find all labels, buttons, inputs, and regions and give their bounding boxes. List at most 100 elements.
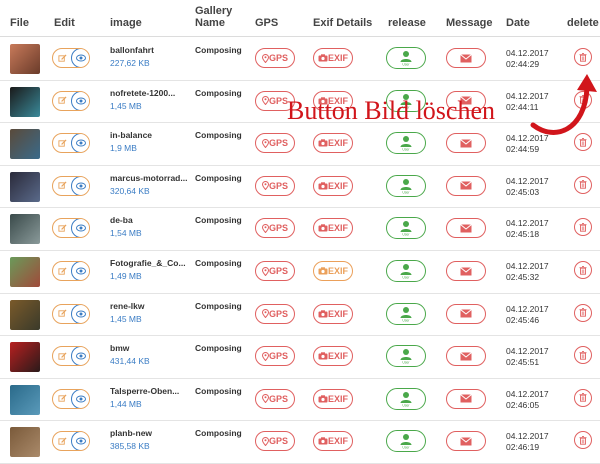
- date-value: 04.12.2017: [506, 388, 549, 399]
- release-button[interactable]: User: [386, 387, 426, 410]
- gps-button[interactable]: GPS: [255, 133, 295, 154]
- gps-button[interactable]: GPS: [255, 218, 295, 239]
- image-thumbnail[interactable]: [10, 86, 40, 117]
- trash-icon: [579, 436, 587, 445]
- message-button[interactable]: [446, 175, 486, 196]
- trash-icon: [579, 223, 587, 232]
- map-marker-icon: [261, 96, 269, 106]
- release-button[interactable]: User: [386, 174, 426, 197]
- image-thumbnail[interactable]: [10, 171, 40, 202]
- exif-button[interactable]: EXIF: [313, 48, 353, 68]
- view-button[interactable]: [71, 262, 89, 280]
- exif-button[interactable]: EXIF: [313, 218, 353, 239]
- gps-button[interactable]: GPS: [255, 303, 295, 324]
- message-button[interactable]: [446, 431, 486, 452]
- date-value: 04.12.2017: [506, 218, 549, 229]
- exif-button[interactable]: EXIF: [313, 133, 353, 154]
- message-button[interactable]: [446, 303, 486, 324]
- message-button[interactable]: [446, 218, 486, 239]
- release-button[interactable]: User: [386, 217, 426, 240]
- envelope-icon: [460, 53, 472, 62]
- exif-button[interactable]: EXIF: [313, 175, 353, 196]
- upload-date: 04.12.2017 02:45:18: [506, 218, 549, 240]
- gps-label: GPS: [268, 308, 288, 319]
- release-button[interactable]: User: [386, 132, 426, 155]
- view-button[interactable]: [71, 134, 89, 153]
- delete-button[interactable]: [574, 175, 592, 194]
- message-button[interactable]: [446, 133, 486, 154]
- view-button[interactable]: [71, 389, 89, 408]
- gps-label: GPS: [268, 180, 288, 191]
- release-sub-label: User: [402, 403, 410, 407]
- eye-icon: [76, 224, 86, 232]
- image-thumbnail[interactable]: [10, 129, 40, 160]
- message-button[interactable]: [446, 261, 486, 281]
- edit-button[interactable]: [53, 305, 71, 323]
- edit-button-group: [52, 303, 90, 324]
- camera-icon: [318, 139, 328, 147]
- release-button[interactable]: User: [386, 47, 426, 69]
- upload-date: 04.12.2017 02:46:05: [506, 389, 549, 411]
- edit-button[interactable]: [53, 390, 71, 408]
- exif-button[interactable]: EXIF: [313, 346, 353, 367]
- eye-icon: [76, 182, 86, 190]
- view-button[interactable]: [71, 49, 89, 67]
- image-thumbnail[interactable]: [10, 44, 40, 74]
- delete-button[interactable]: [574, 431, 592, 450]
- view-button[interactable]: [71, 347, 89, 366]
- image-thumbnail[interactable]: [10, 214, 40, 245]
- message-button[interactable]: [446, 48, 486, 68]
- view-button[interactable]: [71, 91, 89, 110]
- gps-button[interactable]: GPS: [255, 346, 295, 367]
- gps-button[interactable]: GPS: [255, 431, 295, 452]
- eye-icon: [76, 437, 86, 445]
- gps-label: GPS: [268, 95, 288, 106]
- edit-button[interactable]: [53, 92, 71, 110]
- edit-button[interactable]: [53, 134, 71, 152]
- time-value: 02:45:51: [506, 357, 540, 368]
- exif-button[interactable]: EXIF: [313, 388, 353, 409]
- upload-date: 04.12.2017 02:45:51: [506, 346, 549, 368]
- edit-button[interactable]: [53, 49, 71, 67]
- exif-label: EXIF: [327, 351, 348, 362]
- image-thumbnail[interactable]: [10, 384, 40, 415]
- gps-button[interactable]: GPS: [255, 175, 295, 196]
- release-button[interactable]: User: [386, 345, 426, 368]
- delete-button[interactable]: [574, 218, 592, 237]
- delete-button[interactable]: [574, 48, 592, 66]
- image-thumbnail[interactable]: [10, 299, 40, 330]
- gallery-name: Composing: [195, 172, 242, 183]
- view-button[interactable]: [71, 219, 89, 238]
- view-button[interactable]: [71, 176, 89, 195]
- release-button[interactable]: User: [386, 260, 426, 282]
- date-value: 04.12.2017: [506, 303, 549, 314]
- exif-button[interactable]: EXIF: [313, 303, 353, 324]
- image-thumbnail[interactable]: [10, 342, 40, 373]
- view-button[interactable]: [71, 432, 89, 451]
- message-button[interactable]: [446, 346, 486, 367]
- delete-button[interactable]: [574, 388, 592, 407]
- delete-button[interactable]: [574, 346, 592, 365]
- edit-button[interactable]: [53, 347, 71, 365]
- message-button[interactable]: [446, 388, 486, 409]
- gallery-name: Composing: [195, 385, 242, 396]
- delete-button[interactable]: [574, 303, 592, 322]
- image-thumbnail[interactable]: [10, 257, 40, 287]
- exif-button[interactable]: EXIF: [313, 431, 353, 452]
- gps-button[interactable]: GPS: [255, 388, 295, 409]
- gps-button[interactable]: GPS: [255, 261, 295, 281]
- view-button[interactable]: [71, 304, 89, 323]
- delete-button[interactable]: [574, 261, 592, 279]
- exif-button[interactable]: EXIF: [313, 261, 353, 281]
- envelope-icon: [460, 224, 472, 233]
- edit-button[interactable]: [53, 262, 71, 280]
- file-size: 385,58 KB: [110, 441, 150, 452]
- edit-button[interactable]: [53, 432, 71, 450]
- edit-button[interactable]: [53, 177, 71, 195]
- release-button[interactable]: User: [386, 302, 426, 325]
- release-button[interactable]: User: [386, 430, 426, 453]
- edit-button[interactable]: [53, 219, 71, 237]
- gps-button[interactable]: GPS: [255, 48, 295, 68]
- time-value: 02:46:05: [506, 399, 540, 410]
- gallery-name: Composing: [195, 428, 242, 439]
